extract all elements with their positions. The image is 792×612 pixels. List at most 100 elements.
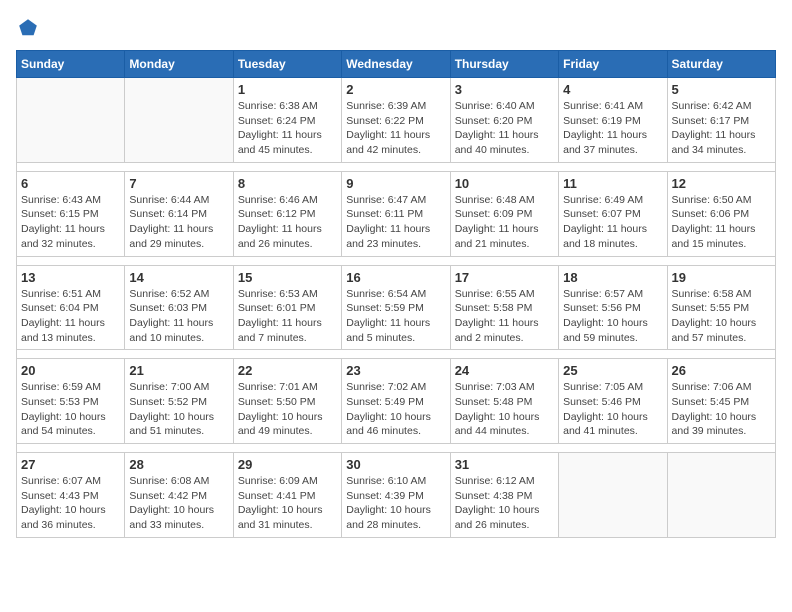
- day-number: 20: [21, 363, 120, 378]
- calendar-cell: 7 Sunrise: 6:44 AM Sunset: 6:14 PM Daylig…: [125, 171, 233, 256]
- day-number: 18: [563, 270, 662, 285]
- calendar-cell: [667, 453, 775, 538]
- calendar-cell: 4Sunrise: 6:41 AM Sunset: 6:19 PM Daylig…: [559, 78, 667, 163]
- weekday-header: Wednesday: [342, 51, 450, 78]
- day-info: Sunrise: 7:01 AM Sunset: 5:50 PM Dayligh…: [238, 380, 337, 439]
- calendar-cell: 13Sunrise: 6:51 AM Sunset: 6:04 PM Dayli…: [17, 265, 125, 350]
- day-number: 25: [563, 363, 662, 378]
- week-separator: [17, 162, 776, 171]
- day-info: Sunrise: 6:51 AM Sunset: 6:04 PM Dayligh…: [21, 287, 120, 346]
- day-number: 12: [672, 176, 771, 191]
- weekday-header: Sunday: [17, 51, 125, 78]
- calendar-cell: 12 Sunrise: 6:50 AM Sunset: 6:06 PM Dayli…: [667, 171, 775, 256]
- day-number: 26: [672, 363, 771, 378]
- day-info: Sunrise: 6:07 AM Sunset: 4:43 PM Dayligh…: [21, 474, 120, 533]
- day-info: Sunrise: 7:00 AM Sunset: 5:52 PM Dayligh…: [129, 380, 228, 439]
- calendar-cell: 17 Sunrise: 6:55 AM Sunset: 5:58 PM Dayli…: [450, 265, 558, 350]
- calendar-cell: [17, 78, 125, 163]
- day-number: 16: [346, 270, 445, 285]
- separator-cell: [17, 256, 776, 265]
- day-number: 21: [129, 363, 228, 378]
- day-number: 10: [455, 176, 554, 191]
- weekday-header: Thursday: [450, 51, 558, 78]
- day-number: 17: [455, 270, 554, 285]
- calendar-cell: 9Sunrise: 6:47 AM Sunset: 6:11 PM Daylig…: [342, 171, 450, 256]
- calendar-cell: 14 Sunrise: 6:52 AM Sunset: 6:03 PM Dayli…: [125, 265, 233, 350]
- calendar-cell: 24Sunrise: 7:03 AM Sunset: 5:48 PM Dayli…: [450, 359, 558, 444]
- day-info: Sunrise: 6:08 AM Sunset: 4:42 PM Dayligh…: [129, 474, 228, 533]
- calendar-cell: 31 Sunrise: 6:12 AM Sunset: 4:38 PM Dayli…: [450, 453, 558, 538]
- day-info: Sunrise: 7:05 AM Sunset: 5:46 PM Dayligh…: [563, 380, 662, 439]
- day-info: Sunrise: 6:54 AM Sunset: 5:59 PM Dayligh…: [346, 287, 445, 346]
- day-number: 30: [346, 457, 445, 472]
- day-info: Sunrise: 6:39 AM Sunset: 6:22 PM Dayligh…: [346, 99, 445, 158]
- calendar-cell: [125, 78, 233, 163]
- day-number: 3: [455, 82, 554, 97]
- calendar-cell: 22 Sunrise: 7:01 AM Sunset: 5:50 PM Dayli…: [233, 359, 341, 444]
- day-info: Sunrise: 6:40 AM Sunset: 6:20 PM Dayligh…: [455, 99, 554, 158]
- day-info: Sunrise: 6:58 AM Sunset: 5:55 PM Dayligh…: [672, 287, 771, 346]
- day-number: 27: [21, 457, 120, 472]
- calendar-cell: 8 Sunrise: 6:46 AM Sunset: 6:12 PM Daylig…: [233, 171, 341, 256]
- day-number: 14: [129, 270, 228, 285]
- calendar-cell: 2 Sunrise: 6:39 AM Sunset: 6:22 PM Daylig…: [342, 78, 450, 163]
- week-separator: [17, 256, 776, 265]
- day-number: 9: [346, 176, 445, 191]
- calendar-cell: 28 Sunrise: 6:08 AM Sunset: 4:42 PM Dayli…: [125, 453, 233, 538]
- day-number: 15: [238, 270, 337, 285]
- calendar-week-row: 13Sunrise: 6:51 AM Sunset: 6:04 PM Dayli…: [17, 265, 776, 350]
- calendar-cell: 30 Sunrise: 6:10 AM Sunset: 4:39 PM Dayli…: [342, 453, 450, 538]
- day-number: 7: [129, 176, 228, 191]
- week-separator: [17, 350, 776, 359]
- page-header: [16, 16, 776, 40]
- day-number: 19: [672, 270, 771, 285]
- calendar-cell: [559, 453, 667, 538]
- calendar-cell: 29 Sunrise: 6:09 AM Sunset: 4:41 PM Dayli…: [233, 453, 341, 538]
- calendar-cell: 16 Sunrise: 6:54 AM Sunset: 5:59 PM Dayli…: [342, 265, 450, 350]
- day-number: 31: [455, 457, 554, 472]
- calendar-cell: 23Sunrise: 7:02 AM Sunset: 5:49 PM Dayli…: [342, 359, 450, 444]
- day-number: 1: [238, 82, 337, 97]
- day-info: Sunrise: 6:46 AM Sunset: 6:12 PM Dayligh…: [238, 193, 337, 252]
- day-info: Sunrise: 6:52 AM Sunset: 6:03 PM Dayligh…: [129, 287, 228, 346]
- day-info: Sunrise: 6:55 AM Sunset: 5:58 PM Dayligh…: [455, 287, 554, 346]
- calendar-cell: 18 Sunrise: 6:57 AM Sunset: 5:56 PM Dayli…: [559, 265, 667, 350]
- day-info: Sunrise: 6:48 AM Sunset: 6:09 PM Dayligh…: [455, 193, 554, 252]
- calendar-cell: 6 Sunrise: 6:43 AM Sunset: 6:15 PM Daylig…: [17, 171, 125, 256]
- calendar-cell: 21 Sunrise: 7:00 AM Sunset: 5:52 PM Dayli…: [125, 359, 233, 444]
- day-info: Sunrise: 6:12 AM Sunset: 4:38 PM Dayligh…: [455, 474, 554, 533]
- day-info: Sunrise: 6:53 AM Sunset: 6:01 PM Dayligh…: [238, 287, 337, 346]
- weekday-header: Tuesday: [233, 51, 341, 78]
- day-number: 22: [238, 363, 337, 378]
- day-number: 28: [129, 457, 228, 472]
- calendar-cell: 1 Sunrise: 6:38 AM Sunset: 6:24 PM Daylig…: [233, 78, 341, 163]
- day-info: Sunrise: 6:38 AM Sunset: 6:24 PM Dayligh…: [238, 99, 337, 158]
- day-info: Sunrise: 6:44 AM Sunset: 6:14 PM Dayligh…: [129, 193, 228, 252]
- day-number: 11: [563, 176, 662, 191]
- calendar-cell: 27 Sunrise: 6:07 AM Sunset: 4:43 PM Dayli…: [17, 453, 125, 538]
- day-info: Sunrise: 6:42 AM Sunset: 6:17 PM Dayligh…: [672, 99, 771, 158]
- separator-cell: [17, 350, 776, 359]
- calendar-cell: 25 Sunrise: 7:05 AM Sunset: 5:46 PM Dayli…: [559, 359, 667, 444]
- day-number: 8: [238, 176, 337, 191]
- day-number: 29: [238, 457, 337, 472]
- day-info: Sunrise: 6:43 AM Sunset: 6:15 PM Dayligh…: [21, 193, 120, 252]
- week-separator: [17, 444, 776, 453]
- day-info: Sunrise: 6:10 AM Sunset: 4:39 PM Dayligh…: [346, 474, 445, 533]
- day-number: 24: [455, 363, 554, 378]
- day-info: Sunrise: 6:50 AM Sunset: 6:06 PM Dayligh…: [672, 193, 771, 252]
- day-number: 2: [346, 82, 445, 97]
- day-info: Sunrise: 6:09 AM Sunset: 4:41 PM Dayligh…: [238, 474, 337, 533]
- weekday-header: Monday: [125, 51, 233, 78]
- calendar-week-row: 20Sunrise: 6:59 AM Sunset: 5:53 PM Dayli…: [17, 359, 776, 444]
- day-number: 5: [672, 82, 771, 97]
- calendar-cell: 26Sunrise: 7:06 AM Sunset: 5:45 PM Dayli…: [667, 359, 775, 444]
- calendar-week-row: 27 Sunrise: 6:07 AM Sunset: 4:43 PM Dayli…: [17, 453, 776, 538]
- day-info: Sunrise: 6:41 AM Sunset: 6:19 PM Dayligh…: [563, 99, 662, 158]
- calendar-header-row: SundayMondayTuesdayWednesdayThursdayFrid…: [17, 51, 776, 78]
- calendar-cell: 3 Sunrise: 6:40 AM Sunset: 6:20 PM Daylig…: [450, 78, 558, 163]
- day-number: 6: [21, 176, 120, 191]
- day-info: Sunrise: 6:57 AM Sunset: 5:56 PM Dayligh…: [563, 287, 662, 346]
- day-info: Sunrise: 6:49 AM Sunset: 6:07 PM Dayligh…: [563, 193, 662, 252]
- weekday-header: Saturday: [667, 51, 775, 78]
